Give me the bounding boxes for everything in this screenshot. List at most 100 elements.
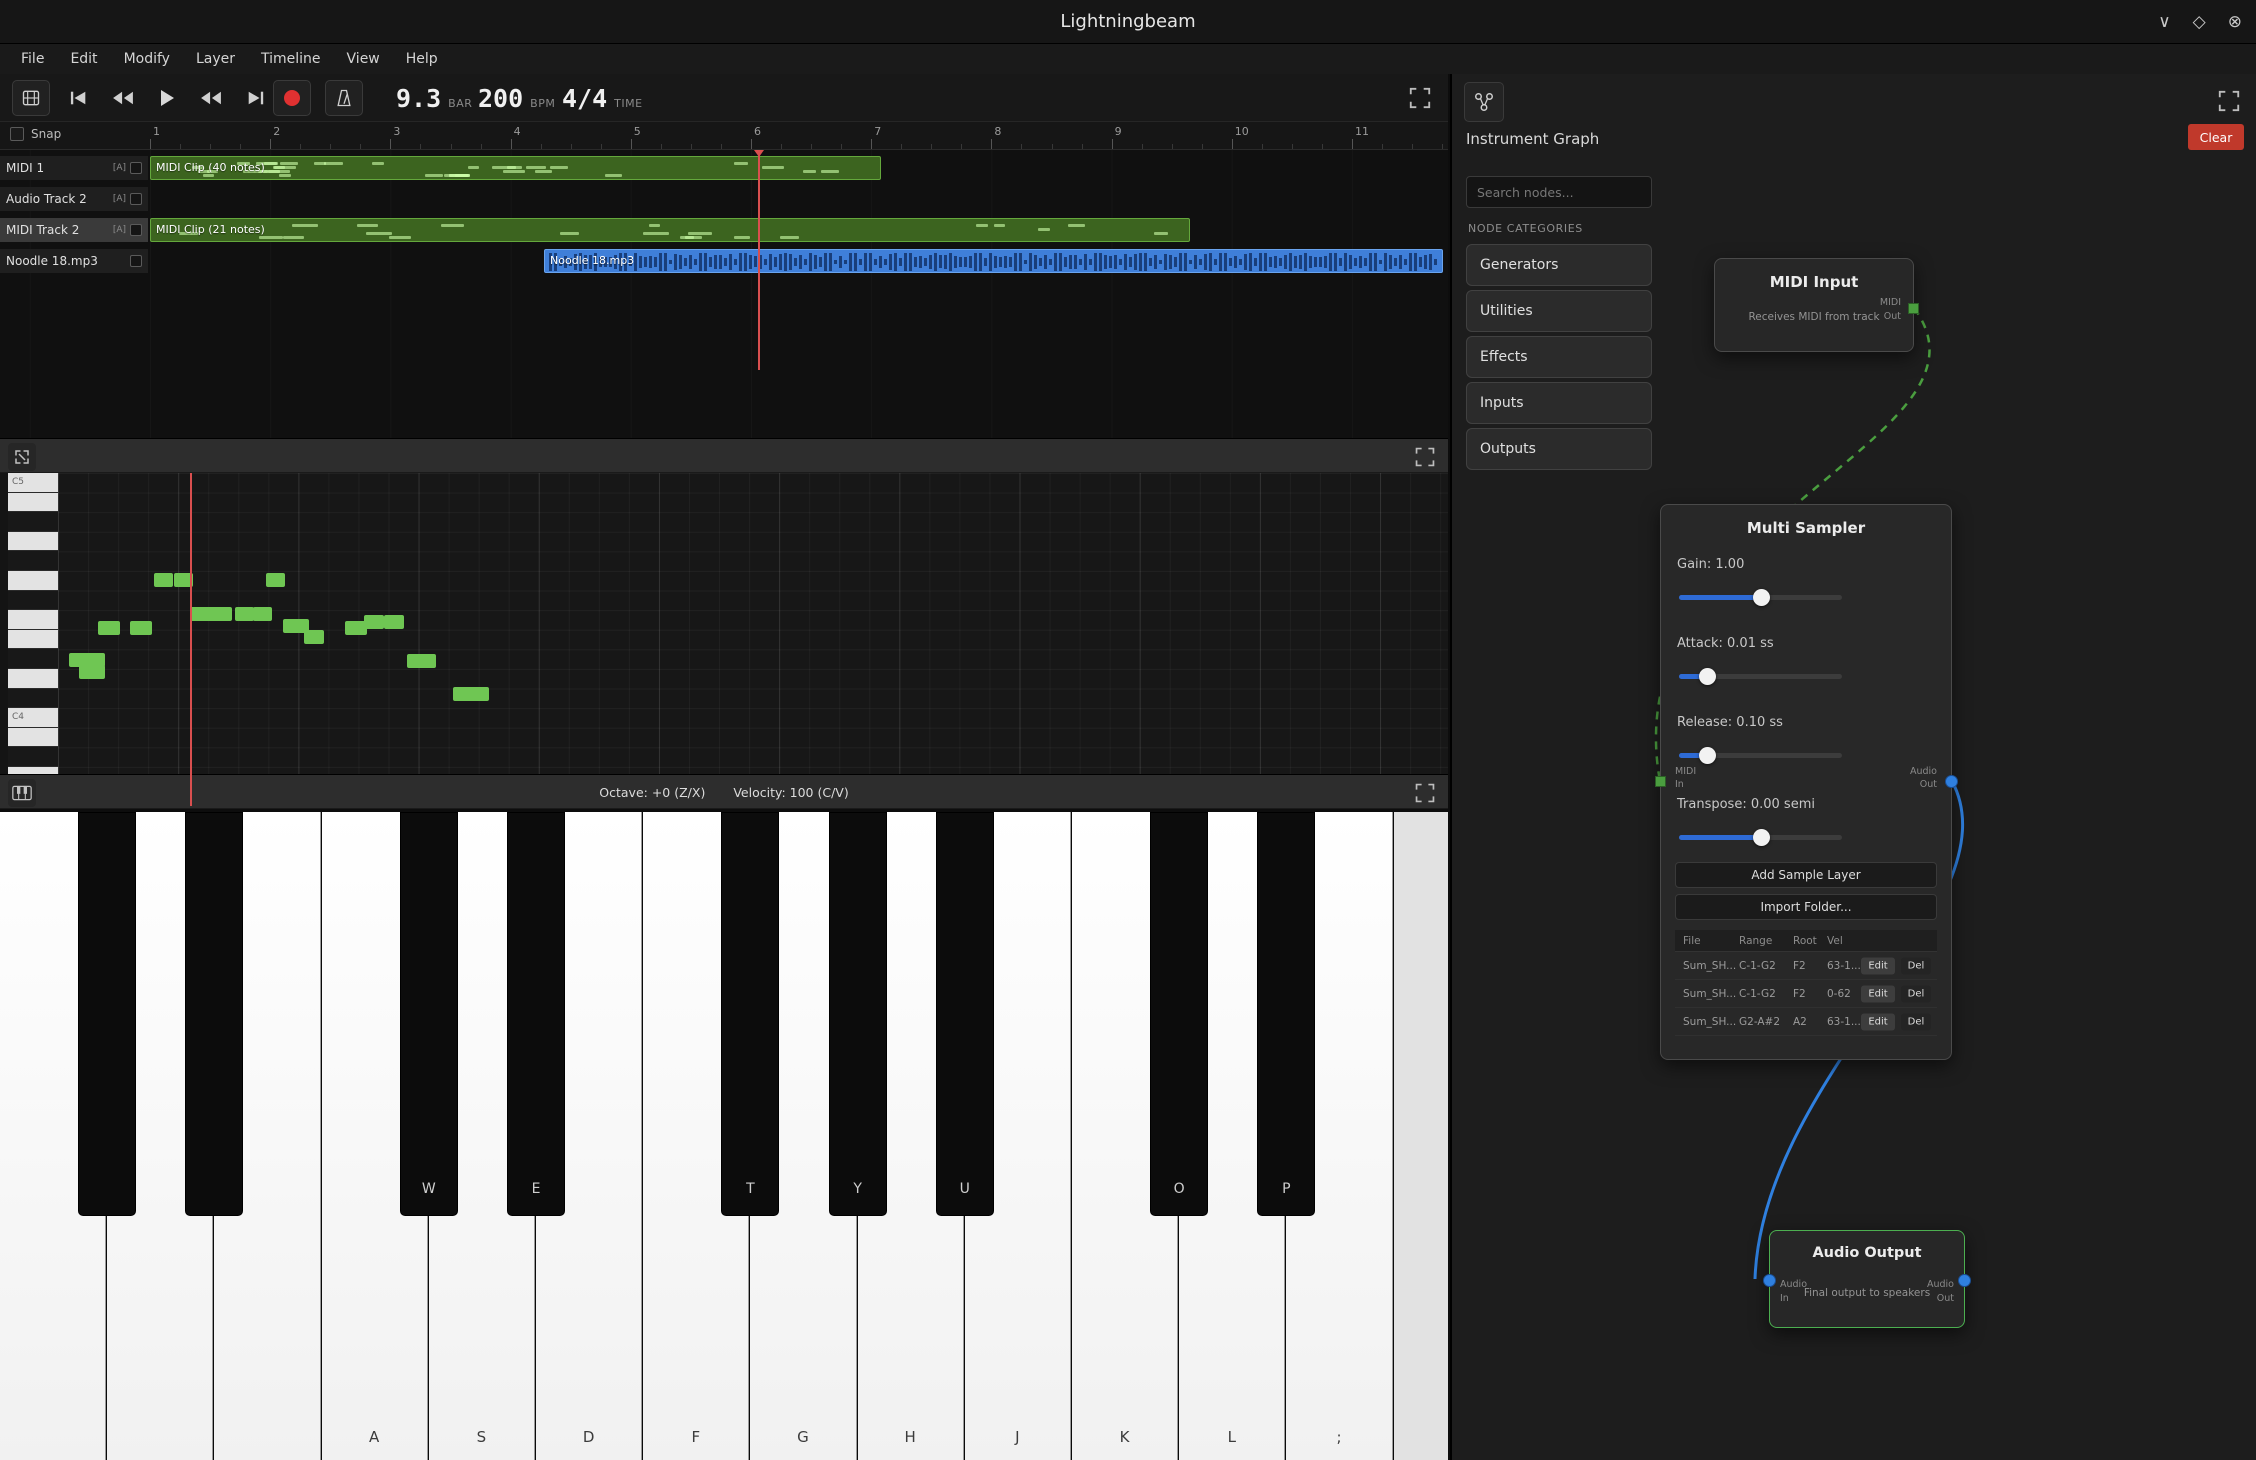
menu-timeline[interactable]: Timeline	[248, 44, 334, 74]
piano-roll-key[interactable]	[8, 649, 58, 669]
piano-roll-key[interactable]: C5	[8, 473, 58, 493]
piano-roll-playhead[interactable]	[190, 473, 192, 806]
track-header[interactable]: Noodle 18.mp3	[0, 249, 148, 273]
midi-note[interactable]	[266, 573, 285, 587]
snap-checkbox[interactable]	[10, 127, 24, 141]
track-checkbox[interactable]	[130, 224, 142, 236]
piano-roll-key[interactable]	[8, 669, 58, 689]
black-key-W[interactable]: W	[400, 812, 458, 1216]
black-key-E[interactable]: E	[507, 812, 565, 1216]
edit-sample-button[interactable]: Edit	[1861, 957, 1895, 974]
piano-roll-key[interactable]	[8, 551, 58, 571]
skip-start-button[interactable]	[64, 84, 94, 112]
midi-note[interactable]	[384, 615, 404, 629]
menu-edit[interactable]: Edit	[57, 44, 110, 74]
midi-in-port[interactable]	[1655, 776, 1666, 787]
timeline-playhead[interactable]	[758, 150, 760, 370]
midi-note[interactable]	[304, 630, 324, 644]
rewind-button[interactable]	[108, 84, 138, 112]
track-checkbox[interactable]	[130, 162, 142, 174]
piano-roll-key[interactable]	[8, 512, 58, 532]
piano-roll-key[interactable]	[8, 728, 58, 748]
midi-out-port[interactable]	[1908, 303, 1919, 314]
import-folder-button[interactable]: Import Folder...	[1675, 894, 1937, 920]
audio-out-port[interactable]	[1958, 1274, 1971, 1287]
midi-note[interactable]	[453, 687, 489, 701]
midi-note[interactable]	[154, 573, 173, 587]
slider-thumb[interactable]	[1753, 589, 1770, 606]
menu-modify[interactable]: Modify	[111, 44, 183, 74]
menu-help[interactable]: Help	[393, 44, 451, 74]
audio-out-port[interactable]	[1945, 775, 1958, 788]
midi-note[interactable]	[190, 607, 232, 621]
transpose-slider[interactable]	[1679, 835, 1842, 840]
piano-roll-key[interactable]: C4	[8, 708, 58, 728]
playhead-handle[interactable]	[754, 150, 764, 157]
midi-note[interactable]	[253, 607, 272, 621]
black-key[interactable]	[185, 812, 243, 1216]
add-sample-layer-button[interactable]: Add Sample Layer	[1675, 862, 1937, 888]
slider-thumb[interactable]	[1699, 747, 1716, 764]
piano-roll-key[interactable]	[8, 689, 58, 709]
piano-roll-key[interactable]	[8, 610, 58, 630]
piano-roll-expand-button[interactable]	[8, 443, 36, 471]
node-midi-input[interactable]: MIDI Input Receives MIDI from track MIDI…	[1714, 258, 1914, 352]
delete-sample-button[interactable]: Del	[1901, 957, 1931, 974]
maximize-icon[interactable]: ◇	[2193, 12, 2206, 32]
slider-thumb[interactable]	[1699, 668, 1716, 685]
midi-note[interactable]	[235, 607, 254, 621]
midi-note[interactable]	[98, 621, 120, 635]
piano-roll-key[interactable]	[8, 591, 58, 611]
close-icon[interactable]: ⊗	[2228, 12, 2242, 32]
white-key[interactable]	[1394, 812, 1448, 1460]
menu-view[interactable]: View	[334, 44, 393, 74]
track-header[interactable]: MIDI 1[A]	[0, 156, 148, 180]
play-button[interactable]	[152, 84, 182, 112]
audio-clip[interactable]: Noodle 18.mp3	[544, 249, 1443, 273]
midi-note[interactable]	[79, 665, 105, 679]
black-key-U[interactable]: U	[936, 812, 994, 1216]
timeline-fullscreen-icon[interactable]	[1406, 84, 1434, 112]
midi-note[interactable]	[407, 654, 436, 668]
minimize-icon[interactable]: ∨	[2158, 12, 2170, 32]
piano-roll-fullscreen-icon[interactable]	[1412, 444, 1438, 470]
piano-roll-key[interactable]	[8, 630, 58, 650]
node-multi-sampler[interactable]: Multi Sampler Gain: 1.00Attack: 0.01 ssR…	[1660, 504, 1952, 1060]
edit-sample-button[interactable]: Edit	[1861, 985, 1895, 1002]
track-header[interactable]: MIDI Track 2[A]	[0, 218, 148, 242]
black-key-P[interactable]: P	[1257, 812, 1315, 1216]
fast-forward-button[interactable]	[196, 84, 226, 112]
release-slider[interactable]	[1679, 753, 1842, 758]
black-key-Y[interactable]: Y	[829, 812, 887, 1216]
piano-roll-key[interactable]	[8, 532, 58, 552]
track-checkbox[interactable]	[130, 193, 142, 205]
attack-slider[interactable]	[1679, 674, 1842, 679]
gain-slider[interactable]	[1679, 595, 1842, 600]
midi-clip[interactable]: MIDI Clip (21 notes)	[150, 218, 1190, 242]
menu-file[interactable]: File	[8, 44, 57, 74]
piano-roll[interactable]: C5 C4	[0, 473, 1448, 806]
edit-sample-button[interactable]: Edit	[1861, 1013, 1895, 1030]
midi-note[interactable]	[130, 621, 152, 635]
midi-note[interactable]	[364, 615, 384, 629]
audio-in-port[interactable]	[1763, 1274, 1776, 1287]
delete-sample-button[interactable]: Del	[1901, 985, 1931, 1002]
slider-thumb[interactable]	[1753, 829, 1770, 846]
node-audio-output[interactable]: Audio Output Final output to speakers Au…	[1769, 1230, 1965, 1328]
black-key-O[interactable]: O	[1150, 812, 1208, 1216]
delete-sample-button[interactable]: Del	[1901, 1013, 1931, 1030]
piano-roll-grid[interactable]	[58, 473, 1448, 806]
piano-roll-key[interactable]	[8, 747, 58, 767]
midi-clip[interactable]: MIDI Clip (40 notes)	[150, 156, 881, 180]
timeline-mode-button[interactable]	[12, 80, 50, 116]
piano-roll-key[interactable]	[8, 571, 58, 591]
track-header[interactable]: Audio Track 2[A]	[0, 187, 148, 211]
menu-layer[interactable]: Layer	[183, 44, 248, 74]
piano-roll-key[interactable]	[8, 493, 58, 513]
record-button[interactable]	[273, 80, 311, 116]
black-key[interactable]	[78, 812, 136, 1216]
skip-end-button[interactable]	[240, 84, 270, 112]
snap-toggle[interactable]: Snap	[10, 127, 61, 141]
metronome-button[interactable]	[325, 80, 363, 116]
timeline-ruler[interactable]: Snap 1234567891011	[0, 122, 1448, 150]
